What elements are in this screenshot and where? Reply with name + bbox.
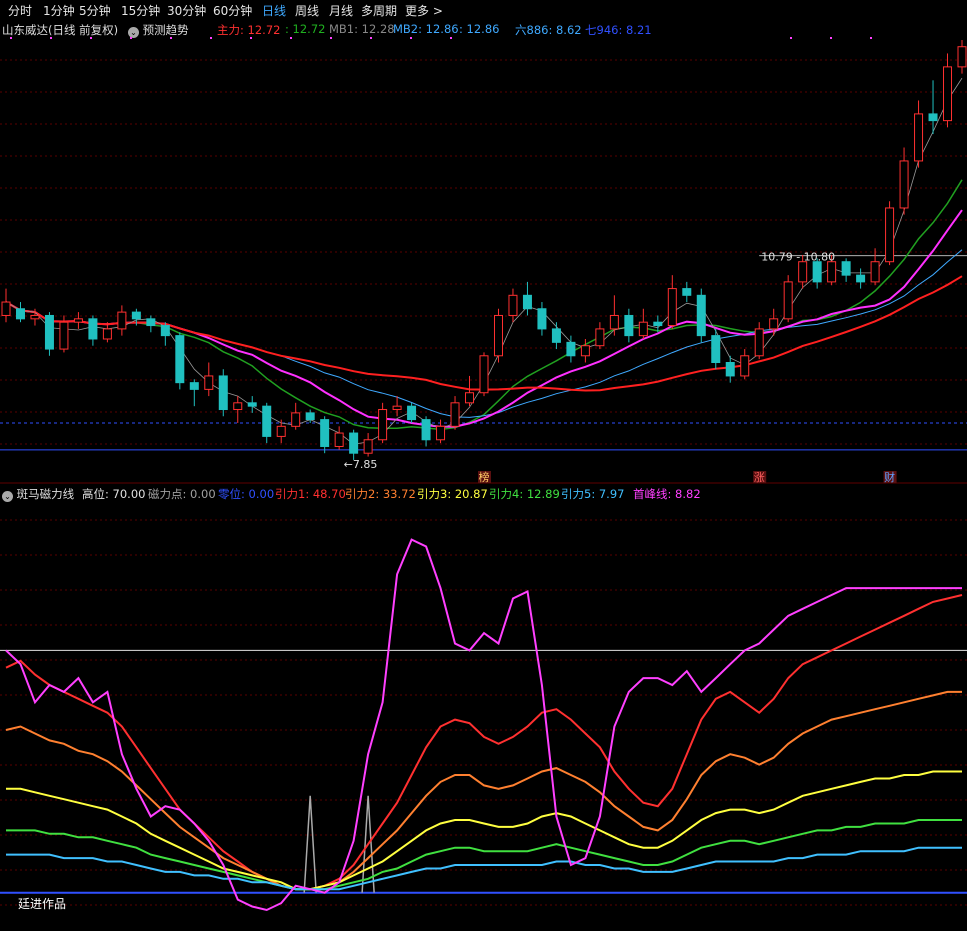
candle-body [88, 318, 98, 340]
magnet-spike [303, 795, 317, 893]
low-price-label: ←7.85 [344, 458, 378, 471]
dot-marker [250, 37, 252, 39]
candle-body [740, 355, 750, 377]
candle-body [407, 405, 417, 421]
candle-body [580, 345, 590, 357]
candle-body [798, 261, 808, 283]
candle-body [682, 288, 692, 296]
candle-body [754, 328, 764, 357]
candle-body [667, 288, 677, 327]
candle-body [102, 328, 112, 340]
candle-body [189, 382, 199, 390]
candle-body [436, 425, 446, 441]
candle-body [262, 405, 272, 437]
dot-marker [330, 37, 332, 39]
candle-body [131, 311, 141, 320]
candle-body [175, 335, 185, 384]
candle-body [957, 46, 967, 68]
candle-body [59, 321, 69, 350]
candle-body [827, 261, 837, 283]
candle-body [522, 294, 532, 310]
candle-body [914, 113, 924, 162]
candle-body [899, 160, 909, 209]
candle-body [44, 314, 54, 350]
candle-body [15, 308, 25, 320]
candle-body [378, 409, 388, 441]
candle-body [783, 281, 793, 320]
dot-marker [170, 37, 172, 39]
candle-body [320, 419, 330, 447]
chart-canvas[interactable]: 榜 涨 财 ←7.85 10.79 - 10.80 [0, 0, 967, 931]
candle-body [117, 311, 127, 330]
dot-marker [450, 37, 452, 39]
dot-marker [210, 37, 212, 39]
candle-body [247, 402, 257, 407]
marker-label: 榜 [479, 470, 490, 484]
candle-body [856, 274, 866, 283]
candle-body [233, 402, 243, 411]
candle-body [885, 207, 895, 263]
marker-label: 涨 [754, 471, 765, 484]
series-引力1 [5, 594, 963, 891]
series-引力2 [5, 690, 962, 891]
marker-label: 财 [884, 470, 895, 484]
candle-body [551, 328, 561, 343]
candle-body [624, 314, 634, 337]
candle-body [305, 412, 315, 421]
dot-marker [870, 37, 872, 39]
candle-body [160, 325, 170, 337]
candle-body [349, 432, 359, 454]
dot-marker [830, 37, 832, 39]
candle-body [146, 318, 156, 327]
candle-body [465, 392, 475, 404]
candle-body [943, 66, 953, 122]
candle-body [928, 113, 938, 122]
candle-body [870, 261, 880, 283]
candle-body [334, 432, 344, 447]
dot-marker [50, 37, 52, 39]
candle-body [291, 412, 301, 427]
candle-body [638, 321, 648, 337]
candle-body [493, 314, 503, 357]
candle-body [392, 405, 402, 411]
candle-body [276, 425, 286, 437]
candle-body [812, 261, 822, 283]
candle-body [595, 328, 605, 347]
candle-body [1, 301, 11, 316]
candle-body [711, 335, 721, 363]
candle-body [450, 402, 460, 427]
range-price-label: 10.79 - 10.80 [761, 251, 835, 264]
candle-body [508, 294, 518, 316]
watermark: 廷进作品 [18, 897, 67, 911]
candle-body [653, 321, 663, 327]
dot-marker [10, 37, 12, 39]
dot-marker [130, 37, 132, 39]
candle-body [479, 355, 489, 394]
candle-body [218, 375, 228, 411]
candle-body [769, 318, 779, 330]
dot-marker [290, 37, 292, 39]
candle-body [609, 314, 619, 330]
candle-body [696, 294, 706, 337]
candle-body [725, 362, 735, 377]
candle-body [841, 261, 851, 276]
dot-marker [410, 37, 412, 39]
candle-body [537, 308, 547, 330]
dot-marker [790, 37, 792, 39]
candle-body [30, 314, 40, 320]
candle-body [566, 341, 576, 357]
candle-body [363, 439, 373, 454]
dot-marker [370, 37, 372, 39]
dot-marker [90, 37, 92, 39]
candle-body [421, 419, 431, 441]
candle-body [204, 375, 214, 390]
candle-body [73, 318, 83, 323]
